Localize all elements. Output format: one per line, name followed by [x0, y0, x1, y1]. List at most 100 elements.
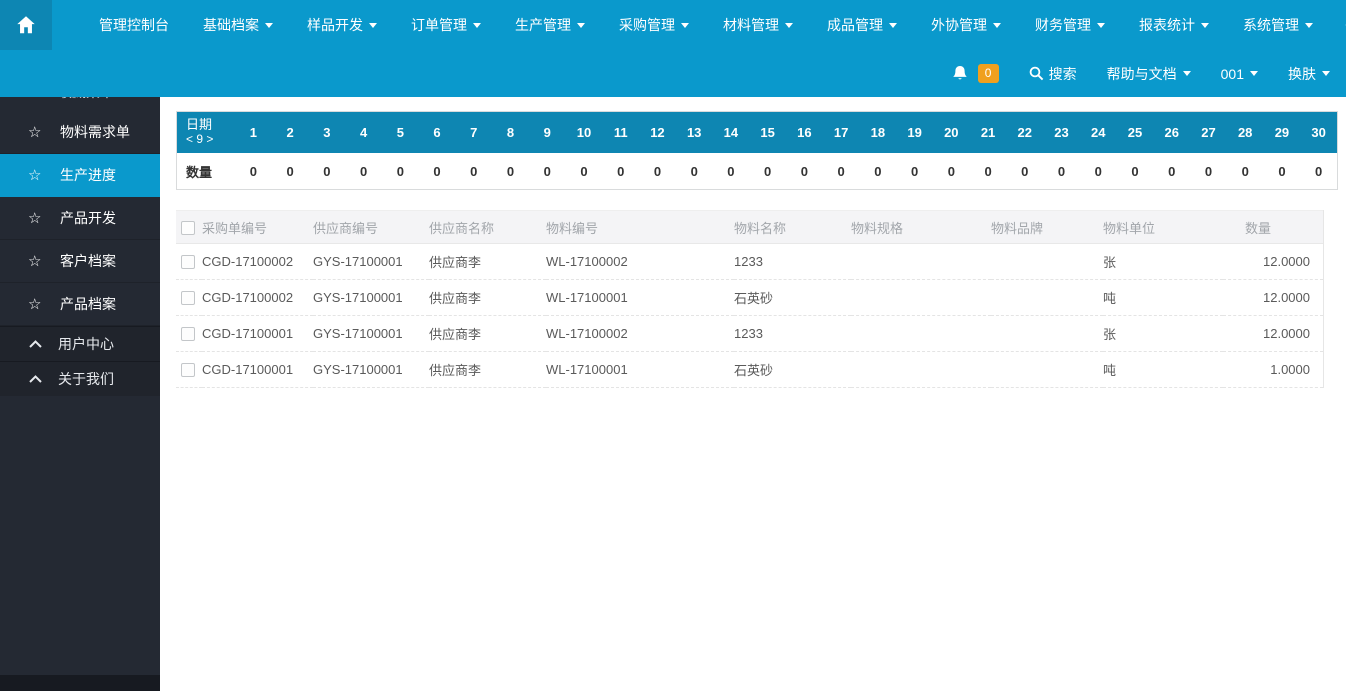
chevron-down-icon — [785, 22, 793, 28]
date-schedule-table: 日期 < 9 > 1 2 3 4 5 6 7 8 9 10 11 12 13 14 15 16 17 18 19 20… — [176, 111, 1338, 190]
favorites-section-header[interactable]: 收藏菜单 — [0, 97, 160, 111]
nav-item-系统管理[interactable]: 系统管理 — [1226, 0, 1330, 50]
sidebar-bottom-strip — [0, 675, 160, 691]
cell: 12.0000 — [1223, 279, 1323, 316]
cell: 1233 — [734, 243, 851, 280]
search-icon — [1029, 66, 1043, 81]
column-header-物料品牌: 物料品牌 — [991, 210, 1103, 244]
day-column-header: 21 — [980, 125, 996, 140]
nav-item-label: 生产管理 — [515, 17, 571, 33]
search-label: 搜索 — [1048, 65, 1077, 82]
nav-item-管理控制台[interactable]: 管理控制台 — [82, 0, 186, 50]
nav-collapse-toggle[interactable] — [1330, 0, 1346, 50]
cell: CGD-17100002 — [202, 243, 313, 280]
row-checkbox-cell — [176, 351, 202, 388]
sidebar-item-客户档案[interactable]: ☆ 客户档案 — [0, 240, 160, 283]
cell: CGD-17100001 — [202, 315, 313, 352]
day-quantity-value: 0 — [764, 163, 772, 179]
nav-item-label: 订单管理 — [411, 17, 467, 33]
cell: 石英砂 — [734, 279, 851, 316]
row-checkbox-cell — [176, 315, 202, 352]
nav-item-外协管理[interactable]: 外协管理 — [914, 0, 1018, 50]
cell: WL-17100001 — [546, 279, 734, 316]
day-column-header: 28 — [1237, 125, 1253, 140]
day-quantity-value: 0 — [690, 163, 698, 179]
cell — [851, 351, 991, 388]
day-column-header: 2 — [286, 125, 294, 140]
skin-menu[interactable]: 换肤 — [1288, 64, 1330, 84]
day-column-header: 5 — [396, 125, 404, 140]
day-quantity-value: 0 — [1057, 163, 1066, 179]
star-icon: ☆ — [28, 253, 42, 270]
column-header-物料单位: 物料单位 — [1103, 210, 1223, 244]
day-column-header: 11 — [613, 125, 628, 140]
cell: 张 — [1103, 243, 1223, 280]
chevron-down-icon — [993, 22, 1001, 28]
skin-label: 换肤 — [1288, 65, 1316, 82]
nav-item-生产管理[interactable]: 生产管理 — [498, 0, 602, 50]
day-quantity-value: 0 — [1241, 163, 1249, 179]
day-quantity-value: 0 — [800, 163, 808, 179]
nav-item-财务管理[interactable]: 财务管理 — [1018, 0, 1122, 50]
sidebar-section-用户中心[interactable]: 用户中心 — [0, 326, 160, 361]
day-quantity-value: 0 — [1168, 163, 1176, 179]
sidebar-item-label: 物料需求单 — [60, 124, 130, 140]
notification-badge: 0 — [977, 64, 999, 83]
cell — [991, 315, 1103, 352]
table-row: CGD-17100002 GYS-17100001 供应商李 WL-17100001 石… — [176, 279, 1323, 316]
row-checkbox[interactable] — [181, 291, 195, 306]
nav-item-订单管理[interactable]: 订单管理 — [394, 0, 498, 50]
day-column-header: 10 — [576, 125, 592, 140]
sidebar-section-关于我们[interactable]: 关于我们 — [0, 361, 160, 396]
day-quantity-value: 0 — [837, 163, 845, 179]
day-quantity-value: 0 — [580, 163, 588, 179]
home-button[interactable] — [0, 0, 52, 50]
header-checkbox-cell — [176, 210, 202, 244]
day-column-header: 18 — [870, 125, 886, 140]
cell: 12.0000 — [1223, 243, 1323, 280]
chevron-up-icon — [29, 340, 42, 348]
nav-item-样品开发[interactable]: 样品开发 — [290, 0, 394, 50]
day-quantity-value: 0 — [1131, 163, 1139, 179]
user-label: 001 — [1220, 65, 1244, 82]
row-checkbox[interactable] — [181, 255, 195, 270]
cell: 供应商李 — [429, 351, 546, 388]
notifications-button[interactable]: 0 — [952, 64, 999, 83]
nav-item-材料管理[interactable]: 材料管理 — [706, 0, 810, 50]
nav-item-成品管理[interactable]: 成品管理 — [810, 0, 914, 50]
cell: 吨 — [1103, 279, 1223, 316]
sidebar-item-生产进度[interactable]: ☆ 生产进度 — [0, 154, 160, 197]
cell — [851, 243, 991, 280]
column-header-物料编号: 物料编号 — [546, 210, 734, 244]
row-checkbox[interactable] — [181, 363, 195, 378]
sidebar-item-物料需求单[interactable]: ☆ 物料需求单 — [0, 111, 160, 154]
month-pager[interactable]: < 9 > — [186, 132, 235, 147]
schedule-header-row: 日期 < 9 > 1 2 3 4 5 6 7 8 9 10 11 12 13 14 15 16 17 18 19 20… — [177, 112, 1337, 153]
day-column-header: 14 — [723, 125, 739, 140]
nav-item-采购管理[interactable]: 采购管理 — [602, 0, 706, 50]
date-pager-cell[interactable]: 日期 < 9 > — [177, 117, 235, 147]
row-checkbox[interactable] — [181, 327, 195, 342]
cell — [851, 315, 991, 352]
sidebar-item-产品开发[interactable]: ☆ 产品开发 — [0, 197, 160, 240]
chevron-down-icon — [577, 22, 585, 28]
cell — [991, 279, 1103, 316]
table-row: CGD-17100001 GYS-17100001 供应商李 WL-17100002 1… — [176, 315, 1323, 352]
sidebar-item-label: 客户档案 — [60, 253, 116, 269]
nav-item-报表统计[interactable]: 报表统计 — [1122, 0, 1226, 50]
help-docs-menu[interactable]: 帮助与文档 — [1107, 64, 1191, 84]
select-all-checkbox[interactable] — [181, 220, 195, 235]
day-column-header: 23 — [1054, 125, 1069, 140]
row-checkbox-cell — [176, 279, 202, 316]
day-quantity-value: 0 — [433, 163, 441, 179]
chevron-up-icon — [29, 375, 42, 383]
cell: 供应商李 — [429, 243, 546, 280]
sidebar-item-产品档案[interactable]: ☆ 产品档案 — [0, 283, 160, 326]
favorites-list: ☆ 物料需求单 ☆ 生产进度 ☆ 产品开发 ☆ 客户档案 ☆ 产品档案 — [0, 111, 160, 326]
day-quantity-value: 0 — [617, 163, 625, 179]
main-content: 日期 < 9 > 1 2 3 4 5 6 7 8 9 10 11 12 13 14 15 16 17 18 19 20… — [160, 97, 1346, 691]
user-menu[interactable]: 001 — [1221, 66, 1258, 82]
nav-item-基础档案[interactable]: 基础档案 — [186, 0, 290, 50]
search-button[interactable]: 搜索 — [1029, 64, 1077, 84]
table-row: CGD-17100001 GYS-17100001 供应商李 WL-17100001 石… — [176, 351, 1323, 388]
